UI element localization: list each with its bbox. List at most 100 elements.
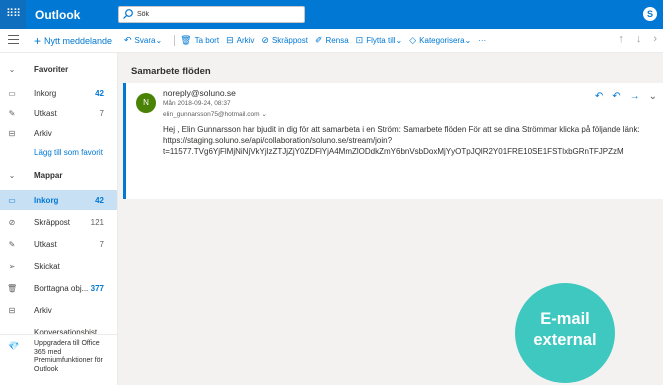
top-bar: ⠿⠿ Outlook S (0, 0, 663, 29)
recipient-address: elin_gunnarsson75@hotmail.com (163, 111, 260, 118)
inbox-icon: ▭ (8, 195, 16, 205)
message-link[interactable]: https://staging.soluno.se/api/collaborat… (163, 135, 658, 146)
tag-icon: ◇ (409, 35, 417, 45)
chevron-down-icon: ⌄ (8, 170, 16, 180)
favorites-header-label: Favoriter (34, 64, 69, 74)
message-date: Mån 2018-09-24, 08:37 (163, 100, 231, 107)
plus-icon: + (34, 34, 42, 48)
archive-icon: ⊟ (226, 35, 234, 45)
reply-icon: ↶ (124, 35, 132, 45)
hamburger-icon[interactable] (8, 35, 19, 45)
search-box[interactable] (118, 6, 305, 23)
folder-skickat[interactable]: ➢ Skickat (0, 256, 117, 276)
search-input[interactable] (137, 8, 297, 21)
arrow-down-icon[interactable]: ↓ (636, 33, 642, 45)
cmd-label: Rensa (325, 36, 349, 45)
waffle-icon[interactable]: ⠿⠿ (0, 0, 26, 29)
chevron-down-icon[interactable]: ⌄ (649, 91, 657, 102)
message-card[interactable]: N noreply@soluno.se Mån 2018-09-24, 08:3… (123, 83, 663, 199)
folders-header-label: Mappar (34, 170, 63, 180)
folder-borttagna-label: Borttagna obj... (34, 283, 89, 293)
folder-pane: ⌄ Favoriter ▭ Inkorg 42 ✎ Utkast 7 ⊟ Arkiv Lägg ti… (0, 53, 118, 385)
folder-inkorg-label: Inkorg (34, 195, 59, 205)
upgrade-banner[interactable]: 💎 Uppgradera till Office 365 med Premium… (0, 334, 117, 385)
app-title[interactable]: Outlook (35, 8, 80, 22)
cmd-label: Flytta till (366, 36, 396, 45)
sender-address[interactable]: noreply@soluno.se (163, 88, 236, 98)
command-bar: + Nytt meddelande ↶ Svara ⌄ 🗑 Ta bort ⊟ Arkiv ⊘… (0, 29, 663, 53)
message-body: Hej , Elin Gunnarsson har bjudit in dig … (163, 124, 658, 157)
unread-count: 7 (99, 239, 104, 249)
folder-skrappost-label: Skräppost (34, 217, 71, 227)
message-link-token[interactable]: t=11577.TVg6YjFlMjNiNjVkYjlzZTJjZjY0ZDFl… (163, 146, 658, 157)
folder-utkast[interactable]: ✎ Utkast 7 (0, 234, 117, 254)
cmd-svara-button[interactable]: ↶ Svara ⌄ (124, 35, 162, 46)
pencil-icon: ✎ (8, 108, 16, 118)
forward-icon[interactable]: → (630, 91, 640, 102)
avatar[interactable]: N (136, 93, 156, 113)
thread-title: Samarbete flöden (131, 66, 211, 77)
recipient-line[interactable]: elin_gunnarsson75@hotmail.com ⌄ (163, 110, 267, 118)
archive-icon: ⊟ (8, 305, 16, 315)
message-text: Hej , Elin Gunnarsson har bjudit in dig … (163, 125, 640, 134)
favorite-arkiv-label: Arkiv (34, 128, 52, 138)
cmd-ta-bort-button[interactable]: 🗑 Ta bort (180, 35, 219, 46)
favorite-arkiv[interactable]: ⊟ Arkiv (0, 123, 117, 143)
send-icon: ➢ (8, 261, 16, 271)
folder-arkiv-label: Arkiv (34, 305, 52, 315)
folder-arkiv[interactable]: ⊟ Arkiv (0, 300, 117, 320)
cmd-kategorisera-button[interactable]: ◇ Kategorisera ⌄ (409, 35, 471, 46)
inbox-icon: ▭ (8, 88, 16, 98)
add-favorite-link[interactable]: Lägg till som favorit (0, 142, 117, 162)
cmd-skräppost-button[interactable]: ⊘ Skräppost (261, 35, 308, 46)
folder-borttagna[interactable]: 🗑 Borttagna obj... 377 (0, 278, 117, 298)
command-actions: ↶ Svara ⌄ 🗑 Ta bort ⊟ Arkiv ⊘ Skräppost ✐ Rensa ⊡ F… (124, 35, 486, 46)
reply-all-icon[interactable]: ↶ (612, 91, 620, 102)
chevron-down-icon[interactable]: ⌄ (155, 36, 162, 45)
cmd-flytta-till-button[interactable]: ⊡ Flytta till ⌄ (356, 35, 403, 46)
block-icon: ⊘ (8, 217, 16, 227)
more-icon[interactable]: ··· (478, 36, 486, 45)
new-message-button[interactable]: + Nytt meddelande (34, 34, 112, 48)
cmd-label: Ta bort (194, 36, 220, 45)
unread-count: 42 (95, 195, 104, 205)
arrow-up-icon[interactable]: ↑ (618, 33, 624, 45)
block-icon: ⊘ (261, 35, 269, 45)
favorite-inkorg[interactable]: ▭ Inkorg 42 (0, 83, 117, 103)
new-message-label: Nytt meddelande (44, 36, 113, 46)
cmd-arkiv-button[interactable]: ⊟ Arkiv (226, 35, 254, 46)
badge-line-2: external (533, 331, 597, 349)
add-favorite-link-label: Lägg till som favorit (34, 147, 103, 157)
chevron-down-icon[interactable]: ⌄ (465, 36, 472, 45)
chevron-down-icon[interactable]: ⌄ (261, 111, 266, 118)
reply-icon[interactable]: ↶ (595, 91, 603, 102)
unread-count: 121 (90, 217, 104, 227)
skype-icon[interactable]: S (643, 7, 657, 21)
cmd-label: Kategorisera (419, 36, 465, 45)
message-navigation: ↑ ↓ › (618, 33, 657, 45)
diamond-icon: 💎 (8, 341, 20, 351)
sweep-icon: ✐ (314, 35, 323, 45)
folders-header[interactable]: ⌄ Mappar (0, 165, 117, 185)
divider (174, 35, 176, 46)
favorites-header[interactable]: ⌄ Favoriter (0, 59, 117, 79)
folder-inkorg[interactable]: ▭ Inkorg 42 (0, 190, 117, 210)
trash-icon: 🗑 (180, 35, 192, 45)
move-icon: ⊡ (355, 35, 364, 45)
unread-count: 377 (90, 283, 104, 293)
close-icon[interactable]: › (653, 33, 657, 45)
unread-count: 7 (99, 108, 104, 118)
folder-skrappost[interactable]: ⊘ Skräppost 121 (0, 212, 117, 232)
email-external-badge: E-mail external (515, 283, 615, 383)
favorite-inkorg-label: Inkorg (34, 88, 57, 98)
chevron-down-icon[interactable]: ⌄ (396, 36, 403, 45)
folder-utkast-label: Utkast (34, 239, 57, 249)
favorite-utkast[interactable]: ✎ Utkast 7 (0, 103, 117, 123)
unread-count: 42 (95, 88, 104, 98)
cmd-rensa-button[interactable]: ✐ Rensa (315, 35, 349, 46)
cmd-label: Skräppost (271, 36, 308, 45)
favorite-utkast-label: Utkast (34, 108, 57, 118)
cmd-label: Svara (134, 36, 156, 45)
cmd-label: Arkiv (236, 36, 255, 45)
upgrade-text: Uppgradera till Office 365 med Premiumfu… (34, 340, 103, 373)
